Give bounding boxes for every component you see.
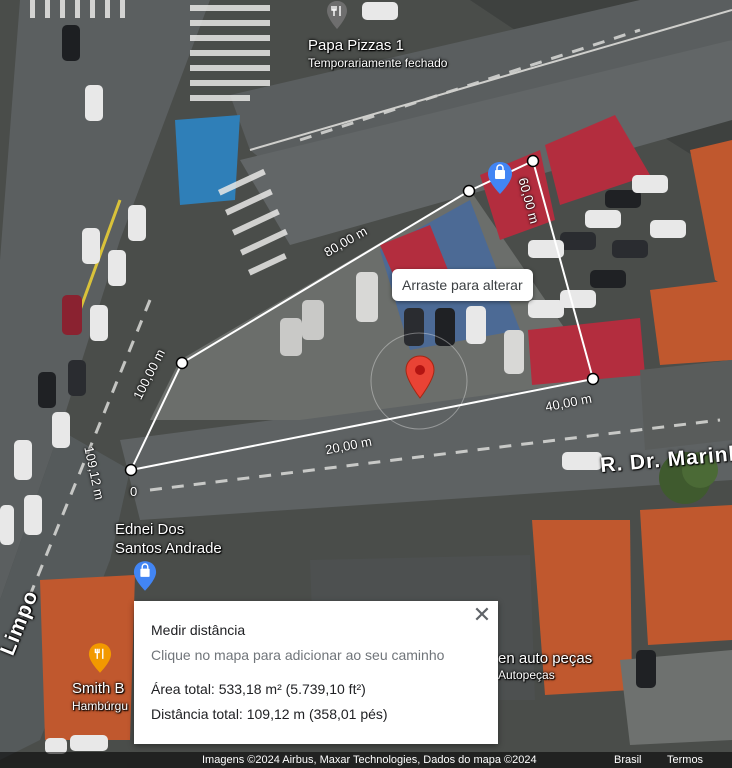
measure-vertex[interactable] xyxy=(586,372,600,386)
place-sub-autopecas: Autopeças xyxy=(498,668,555,682)
measure-vertex[interactable] xyxy=(175,356,189,370)
shopping-bag-pin-icon[interactable] xyxy=(487,161,513,195)
location-pin-icon[interactable] xyxy=(405,355,435,399)
measure-vertex-start[interactable] xyxy=(124,463,138,477)
card-subtitle: Clique no mapa para adicionar ao seu cam… xyxy=(151,647,445,663)
place-label-ednei-line2[interactable]: Santos Andrade xyxy=(115,540,222,558)
place-label-ednei-line1[interactable]: Ednei Dos xyxy=(115,521,184,539)
card-title: Medir distância xyxy=(151,622,246,638)
attribution: Imagens ©2024 Airbus, Maxar Technologies… xyxy=(202,754,537,766)
country-label[interactable]: Brasil xyxy=(614,754,642,766)
total-distance: Distância total: 109,12 m (358,01 pés) xyxy=(151,706,388,722)
measure-vertex[interactable] xyxy=(526,154,540,168)
place-sub-smith: Hambúrgu xyxy=(72,699,129,713)
segment-label-start: 0 xyxy=(130,484,138,499)
total-area: Área total: 533,18 m² (5.739,10 ft²) xyxy=(151,681,366,697)
map-footer: Imagens ©2024 Airbus, Maxar Technologies… xyxy=(0,752,732,768)
place-status-papa-pizzas: Temporariamente fechado xyxy=(308,56,448,70)
place-label-smith[interactable]: Smith B xyxy=(72,680,125,698)
measure-distance-card: Medir distância Clique no mapa para adic… xyxy=(134,601,498,744)
restaurant-pin-icon[interactable] xyxy=(326,0,348,30)
place-label-papa-pizzas[interactable]: Papa Pizzas 1 xyxy=(308,37,404,55)
close-icon[interactable]: ✕ xyxy=(470,603,494,627)
restaurant-pin-icon[interactable] xyxy=(88,642,112,674)
measure-vertex[interactable] xyxy=(462,184,476,198)
place-label-autopecas[interactable]: en auto peças xyxy=(498,650,592,668)
shopping-bag-pin-icon[interactable] xyxy=(133,560,157,592)
satellite-map[interactable]: 80,00 m 60,00 m 100,00 m 40,00 m 20,00 m… xyxy=(0,0,732,768)
drag-tooltip: Arraste para alterar xyxy=(392,269,533,301)
terms-link[interactable]: Termos xyxy=(667,754,703,766)
